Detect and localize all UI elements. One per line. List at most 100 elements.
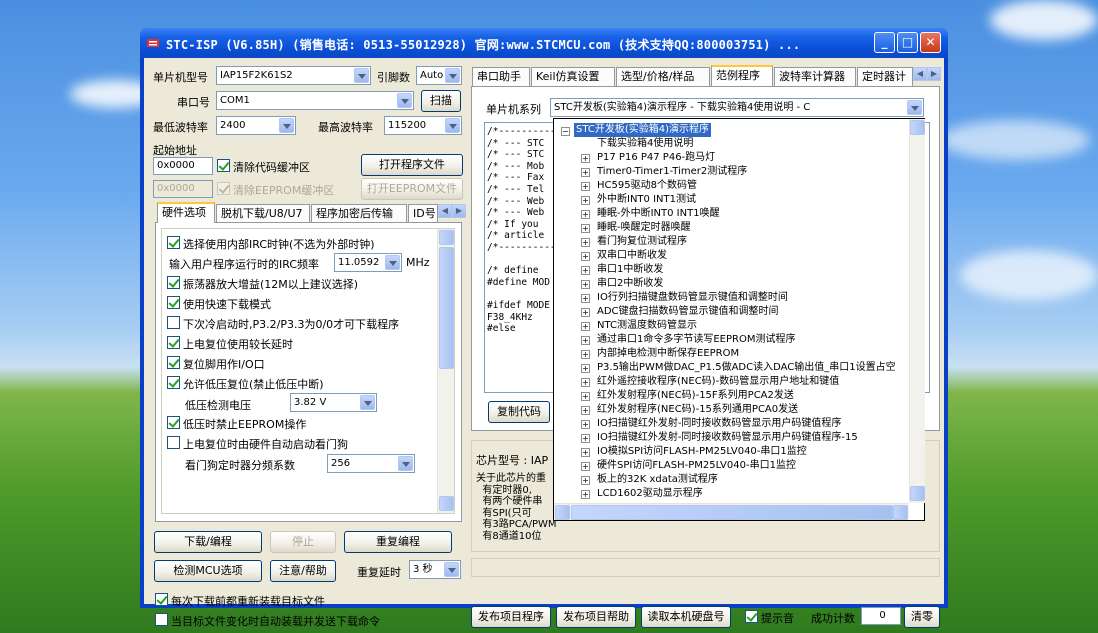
expand-icon[interactable]: + [581, 238, 590, 247]
tab-timer-calculator[interactable]: 定时器计 [857, 67, 913, 86]
tree-item[interactable]: 外中断INT0 INT1测试 [597, 193, 696, 207]
tree-item[interactable]: 红外发射程序(NEC码)-15系列通用PCA0发送 [597, 403, 798, 417]
min-baud-select[interactable]: 2400 [216, 116, 296, 135]
tree-item[interactable]: 硬件SPI访问FLASH-PM25LV040-串口1监控 [597, 459, 796, 473]
tree-item[interactable]: 板上的32K xdata测试程序 [597, 473, 718, 487]
tree-item[interactable]: 通过串口1命令多字节读写EEPROM测试程序 [597, 333, 795, 347]
repeat-delay-select[interactable]: 3 秒 [409, 560, 461, 579]
expand-icon[interactable]: + [581, 252, 590, 261]
internal-irc-checkbox[interactable] [167, 236, 180, 249]
long-reset-delay-checkbox[interactable] [167, 336, 180, 349]
dropdown-vscrollbar[interactable] [909, 119, 925, 503]
expand-icon[interactable]: + [581, 196, 590, 205]
clear-code-checkbox[interactable] [217, 159, 230, 172]
auto-load-checkbox[interactable] [155, 613, 168, 626]
expand-icon[interactable]: + [581, 392, 590, 401]
tree-item[interactable]: IO行列扫描键盘数码管显示键值和调整时间 [597, 291, 788, 305]
download-program-button[interactable]: 下载/编程 [154, 531, 262, 553]
expand-icon[interactable]: + [581, 280, 590, 289]
code-address-input[interactable]: 0x0000 [153, 157, 213, 175]
detect-mcu-button[interactable]: 检测MCU选项 [154, 560, 262, 582]
tab-right-arrow-icon[interactable]: ▶ [452, 204, 466, 218]
minimize-button[interactable]: _ [874, 32, 895, 53]
tab-encrypted-transfer[interactable]: 程序加密后传输 [311, 204, 407, 223]
dropdown-hscrollbar[interactable] [554, 503, 909, 520]
expand-icon[interactable]: + [581, 434, 590, 443]
scroll-thumb[interactable] [571, 505, 893, 520]
scroll-down-icon[interactable] [439, 496, 454, 511]
max-baud-select[interactable]: 115200 [384, 116, 462, 135]
sound-checkbox[interactable] [745, 610, 758, 623]
low-voltage-select[interactable]: 3.82 V [290, 393, 377, 412]
tree-item[interactable]: IO扫描键红外发射-同时接收数码管显示用户码键值程序-15 [597, 431, 858, 445]
irc-frequency-select[interactable]: 11.0592 [334, 253, 402, 272]
options-scrollbar[interactable] [437, 229, 454, 513]
reprogram-button[interactable]: 重复编程 [344, 531, 452, 553]
expand-icon[interactable]: + [581, 266, 590, 275]
tree-item[interactable]: LCD1602驱动显示程序 [597, 487, 703, 501]
title-bar[interactable]: STC-ISP (V6.85H) (销售电话: 0513-55012928) 官… [140, 28, 948, 58]
expand-icon[interactable]: + [581, 406, 590, 415]
expand-icon[interactable]: + [581, 168, 590, 177]
series-dropdown[interactable]: − STC开发板(实验箱4)演示程序 下载实验箱4使用说明 + P17 P16 P… [553, 118, 925, 521]
series-select[interactable]: STC开发板(实验箱4)演示程序 - 下载实验箱4使用说明 - C [550, 98, 924, 117]
publish-project-button[interactable]: 发布项目程序 [471, 606, 551, 628]
expand-icon[interactable]: + [581, 322, 590, 331]
expand-icon[interactable]: + [581, 294, 590, 303]
expand-icon[interactable]: + [581, 476, 590, 485]
close-button[interactable]: ✕ [920, 32, 941, 53]
pin-select[interactable]: Auto [416, 66, 462, 85]
tree-item[interactable]: P3.5输出PWM做DAC_P1.5做ADC读入DAC输出值_串口1设置占空 [597, 361, 896, 375]
maximize-button[interactable]: □ [897, 32, 918, 53]
tab-serial-assistant[interactable]: 串口助手 [472, 67, 530, 86]
lv-eeprom-checkbox[interactable] [167, 416, 180, 429]
tree-item[interactable]: 红外遥控接收程序(NEC码)-数码管显示用户地址和键值 [597, 375, 839, 389]
read-disk-id-button[interactable]: 读取本机硬盘号 [641, 606, 731, 628]
tab-sample-programs[interactable]: 范例程序 [711, 65, 773, 86]
tree-item[interactable]: Timer0-Timer1-Timer2测试程序 [597, 165, 747, 179]
watchdog-prescaler-select[interactable]: 256 [327, 454, 415, 473]
osc-gain-checkbox[interactable] [167, 276, 180, 289]
tree-item[interactable]: 串口1中断收发 [597, 263, 663, 277]
tree-item[interactable]: ADC键盘扫描数码管显示键值和调整时间 [597, 305, 779, 319]
expand-icon[interactable]: + [581, 490, 590, 499]
tab-hardware-options[interactable]: 硬件选项 [157, 202, 215, 223]
scan-button[interactable]: 扫描 [421, 90, 461, 112]
tree-item[interactable]: 红外发射程序(NEC码)-15F系列用PCA2发送 [597, 389, 794, 403]
low-voltage-reset-checkbox[interactable] [167, 376, 180, 389]
collapse-icon[interactable]: − [561, 127, 570, 136]
tree-item-manual[interactable]: 下载实验箱4使用说明 [597, 137, 693, 151]
copy-code-button[interactable]: 复制代码 [488, 401, 550, 423]
fast-download-checkbox[interactable] [167, 296, 180, 309]
expand-icon[interactable]: + [581, 308, 590, 317]
tab-baud-calculator[interactable]: 波特率计算器 [774, 67, 856, 86]
tree-item[interactable]: HC595驱动8个数码管 [597, 179, 697, 193]
expand-icon[interactable]: + [581, 462, 590, 471]
tab-id-number[interactable]: ID号 [408, 204, 438, 223]
cold-start-checkbox[interactable] [167, 316, 180, 329]
clear-count-button[interactable]: 清零 [904, 606, 940, 628]
tree-item[interactable]: 双串口中断收发 [597, 249, 667, 263]
expand-icon[interactable]: + [581, 378, 590, 387]
tree-item[interactable]: IO扫描键红外发射-同时接收数码管显示用户码键值程序 [597, 417, 841, 431]
tab-right-arrow-icon[interactable]: ▶ [927, 67, 941, 81]
tree-item[interactable]: IO模拟SPI访问FLASH-PM25LV040-串口1监控 [597, 445, 807, 459]
publish-help-button[interactable]: 发布项目帮助 [556, 606, 636, 628]
expand-icon[interactable]: + [581, 420, 590, 429]
auto-watchdog-checkbox[interactable] [167, 436, 180, 449]
scroll-up-icon[interactable] [910, 120, 925, 135]
port-select[interactable]: COM1 [216, 91, 414, 110]
expand-icon[interactable]: + [581, 350, 590, 359]
expand-icon[interactable]: + [581, 154, 590, 163]
scroll-right-icon[interactable] [893, 505, 908, 520]
reload-target-checkbox[interactable] [155, 593, 168, 606]
tree-item[interactable]: 串口2中断收发 [597, 277, 663, 291]
tab-keil-settings[interactable]: Keil仿真设置 [531, 67, 615, 86]
expand-icon[interactable]: + [581, 210, 590, 219]
tree-item[interactable]: 看门狗复位测试程序 [597, 235, 687, 249]
scroll-down-icon[interactable] [910, 486, 925, 501]
help-button[interactable]: 注意/帮助 [270, 560, 336, 582]
expand-icon[interactable]: + [581, 336, 590, 345]
reset-pin-io-checkbox[interactable] [167, 356, 180, 369]
tab-left-arrow-icon[interactable]: ◀ [913, 67, 927, 81]
